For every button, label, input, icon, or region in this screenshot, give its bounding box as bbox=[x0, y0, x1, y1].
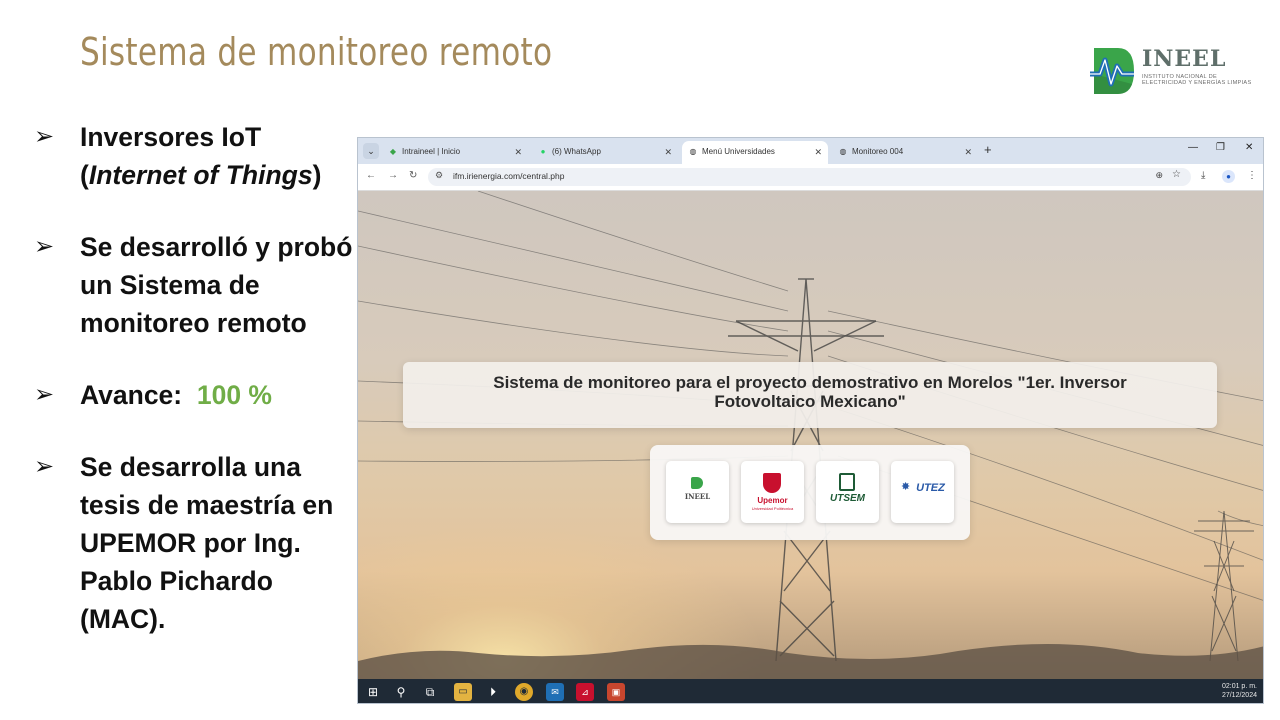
bullet-iot-close: ) bbox=[312, 160, 322, 190]
arrow-bullet-icon: ➢ bbox=[34, 233, 55, 260]
tab-label: Intraineel | Inicio bbox=[402, 147, 461, 156]
url-field[interactable]: ⚙ ifm.irienergia.com/central.php ⊕ ☆ bbox=[428, 168, 1191, 186]
pdf-reader-icon[interactable]: ⊿ bbox=[576, 683, 594, 701]
tab-whatsapp[interactable]: ● (6) WhatsApp ✕ bbox=[532, 141, 678, 164]
page-headline: Sistema de monitoreo para el proyecto de… bbox=[493, 373, 1127, 411]
new-tab-button[interactable]: + bbox=[984, 142, 992, 157]
page-title-card: Sistema de monitoreo para el proyecto de… bbox=[403, 362, 1217, 428]
more-menu-icon[interactable]: ⋮ bbox=[1247, 170, 1257, 181]
bullet-progress-value: 100 % bbox=[196, 380, 272, 410]
university-menu: INEEL Upemor Universidad Politécnica UTS… bbox=[650, 445, 970, 540]
reload-icon[interactable]: ↻ bbox=[409, 170, 417, 181]
power-tower-background bbox=[358, 191, 1263, 679]
university-name: UTEZ bbox=[916, 482, 945, 494]
bullet-system-text: Se desarrolló y probó un Sistema de moni… bbox=[80, 232, 353, 338]
clock-date: 27/12/2024 bbox=[1221, 692, 1257, 699]
bullet-list: ➢ Inversores IoT (Internet of Things) ➢ … bbox=[34, 118, 354, 672]
media-player-icon[interactable]: ⏵ bbox=[484, 683, 502, 701]
ineel-mini-logo-icon bbox=[691, 477, 703, 489]
logo-name: INEEL bbox=[1142, 46, 1227, 72]
close-icon[interactable]: ✕ bbox=[814, 141, 822, 163]
tab-label: Menú Universidades bbox=[702, 147, 775, 156]
profile-avatar-icon[interactable]: ● bbox=[1222, 170, 1235, 183]
back-icon[interactable]: ← bbox=[366, 170, 376, 181]
close-icon[interactable]: ✕ bbox=[964, 141, 972, 163]
arrow-bullet-icon: ➢ bbox=[34, 453, 55, 480]
arrow-bullet-icon: ➢ bbox=[34, 381, 55, 408]
search-icon[interactable]: ⚲ bbox=[392, 683, 410, 701]
university-ineel-button[interactable]: INEEL bbox=[666, 461, 729, 523]
bullet-iot-line1: Inversores IoT bbox=[80, 122, 262, 152]
file-explorer-icon[interactable]: ▭ bbox=[454, 683, 472, 701]
tab-label: Monitoreo 004 bbox=[852, 147, 904, 156]
site-info-icon[interactable]: ⚙ bbox=[435, 170, 443, 181]
bullet-iot-italic: Internet of Things bbox=[88, 160, 313, 190]
whatsapp-icon: ● bbox=[540, 147, 546, 156]
forward-icon[interactable]: → bbox=[388, 170, 398, 181]
upemor-shield-icon bbox=[763, 473, 781, 493]
globe-icon: ◍ bbox=[689, 147, 697, 156]
slide-title: Sistema de monitoreo remoto bbox=[80, 30, 553, 74]
university-utsem-button[interactable]: UTSEM bbox=[816, 461, 879, 523]
windows-start-icon[interactable]: ⊞ bbox=[364, 683, 382, 701]
browser-window: ⌄ ◆ Intraineel | Inicio ✕ ● (6) WhatsApp ✕… bbox=[357, 137, 1264, 704]
powerpoint-icon[interactable]: ▣ bbox=[607, 683, 625, 701]
restore-icon[interactable]: ❐ bbox=[1216, 142, 1225, 153]
university-name: INEEL bbox=[684, 492, 711, 501]
chrome-icon[interactable]: ◉ bbox=[515, 683, 533, 701]
tab-monitoreo[interactable]: ◍ Monitoreo 004 ✕ bbox=[832, 141, 978, 164]
university-upemor-button[interactable]: Upemor Universidad Politécnica bbox=[741, 461, 804, 523]
clock-time: 02:01 p. m. bbox=[1221, 683, 1257, 690]
address-bar: ← → ↻ ⚙ ifm.irienergia.com/central.php ⊕… bbox=[358, 164, 1263, 191]
tab-search-chevron-icon[interactable]: ⌄ bbox=[363, 143, 379, 159]
bookmark-star-icon[interactable]: ☆ bbox=[1172, 169, 1181, 180]
bullet-thesis-text: Se desarrolla una tesis de maestría en U… bbox=[80, 452, 334, 634]
bullet-progress-label: Avance: bbox=[80, 380, 183, 410]
tab-bar: ⌄ ◆ Intraineel | Inicio ✕ ● (6) WhatsApp ✕… bbox=[358, 138, 1263, 164]
task-view-icon[interactable]: ⧉ bbox=[421, 683, 439, 701]
university-name: UTSEM bbox=[830, 493, 865, 504]
ineel-logo: INEEL INSTITUTO NACIONAL DE ELECTRICIDAD… bbox=[1088, 44, 1251, 100]
bullet-progress: ➢ Avance: 100 % bbox=[34, 376, 354, 414]
close-icon[interactable]: ✕ bbox=[514, 141, 522, 163]
university-subtitle: Universidad Politécnica bbox=[751, 506, 794, 511]
utsem-emblem-icon bbox=[839, 473, 855, 491]
tab-label: (6) WhatsApp bbox=[552, 147, 601, 156]
bullet-system: ➢ Se desarrolló y probó un Sistema de mo… bbox=[34, 228, 354, 342]
close-window-icon[interactable]: ✕ bbox=[1245, 142, 1253, 153]
bullet-iot-open: ( bbox=[80, 160, 89, 190]
download-icon[interactable]: ⤓ bbox=[1201, 170, 1205, 181]
system-clock[interactable]: 02:01 p. m. 27/12/2024 bbox=[1222, 682, 1257, 700]
tab-intraineel[interactable]: ◆ Intraineel | Inicio ✕ bbox=[382, 141, 528, 164]
university-utez-button[interactable]: ✸ UTEZ bbox=[891, 461, 954, 523]
arrow-bullet-icon: ➢ bbox=[34, 123, 55, 150]
close-icon[interactable]: ✕ bbox=[664, 141, 672, 163]
minimize-icon[interactable]: — bbox=[1188, 142, 1198, 153]
windows-taskbar: ⊞ ⚲ ⧉ ▭ ⏵ ◉ ✉ ⊿ ▣ 02:01 p. m. 27/12/2024 bbox=[358, 679, 1263, 703]
bullet-thesis: ➢ Se desarrolla una tesis de maestría en… bbox=[34, 448, 354, 638]
web-page: Sistema de monitoreo para el proyecto de… bbox=[358, 191, 1263, 679]
intraineel-icon: ◆ bbox=[389, 147, 397, 156]
zoom-icon[interactable]: ⊕ bbox=[1155, 170, 1163, 181]
logo-subtitle: INSTITUTO NACIONAL DE ELECTRICIDAD Y ENE… bbox=[1142, 74, 1252, 87]
ineel-emblem-icon bbox=[1090, 48, 1134, 94]
tab-menu-universidades[interactable]: ◍ Menú Universidades ✕ bbox=[682, 141, 828, 164]
bullet-iot: ➢ Inversores IoT (Internet of Things) bbox=[34, 118, 354, 194]
globe-icon: ◍ bbox=[839, 147, 847, 156]
outlook-icon[interactable]: ✉ bbox=[546, 683, 564, 701]
university-name: Upemor bbox=[757, 496, 788, 505]
url-text[interactable]: ifm.irienergia.com/central.php bbox=[453, 171, 565, 181]
